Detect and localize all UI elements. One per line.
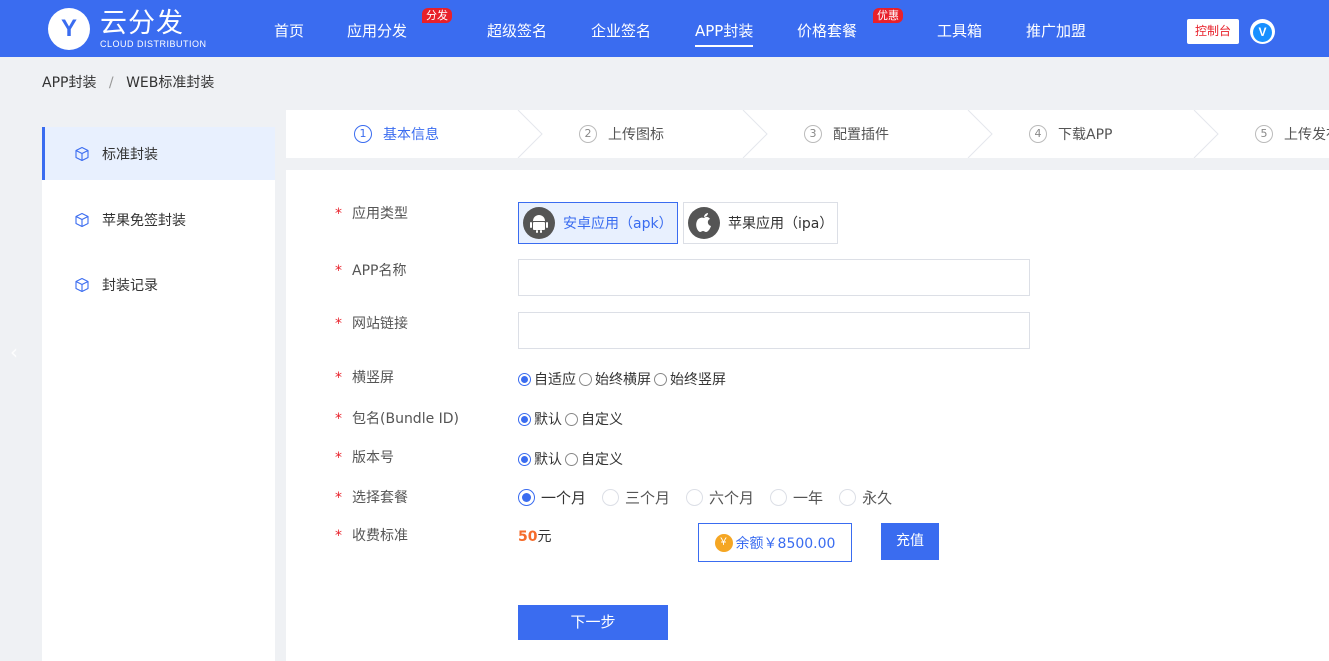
plan-three-months-radio[interactable]: 三个月: [602, 487, 670, 508]
cube-icon: [75, 212, 89, 227]
sidebar-item-apple-nosign[interactable]: 苹果免签封装: [42, 193, 275, 246]
step-number: 2: [579, 125, 597, 143]
nav-home[interactable]: 首页: [274, 0, 304, 57]
step-chevron-icon: [967, 110, 993, 158]
sidebar-item-label: 标准封装: [102, 146, 158, 163]
version-default-radio[interactable]: 默认: [518, 449, 562, 469]
app-name-input[interactable]: [518, 259, 1030, 296]
sidebar-item-standard-packaging[interactable]: 标准封装: [42, 127, 275, 180]
logo-icon: Y: [48, 8, 90, 50]
step-publish[interactable]: 5 上传发布: [1255, 110, 1329, 158]
step-chevron-icon: [742, 110, 768, 158]
version-radio-group: 默认 自定义: [518, 449, 623, 469]
avatar-letter: V: [1253, 23, 1272, 42]
balance-value: ￥8500.00: [763, 535, 836, 552]
breadcrumb: APP封装 / WEB标准封装: [42, 72, 214, 92]
step-number: 1: [354, 125, 372, 143]
brand-name: 云分发: [100, 7, 184, 39]
bundle-id-default-radio[interactable]: 默认: [518, 409, 562, 429]
orientation-radio-group: 自适应 始终横屏 始终竖屏: [518, 369, 726, 389]
balance-label: 余额: [735, 535, 764, 552]
sidebar: 标准封装 苹果免签封装 封装记录: [42, 127, 275, 661]
site-url-label: * 网站链接: [335, 316, 408, 332]
android-icon: [523, 207, 555, 239]
nav-enterprise-signature[interactable]: 企业签名: [591, 0, 651, 57]
plan-radio-group: 一个月 三个月 六个月 一年 永久: [518, 487, 892, 508]
nav-badge-distribution: 分发: [422, 8, 452, 23]
nav-pricing[interactable]: 价格套餐: [797, 0, 857, 57]
nav-label: 应用分发: [347, 22, 408, 40]
plan-one-year-radio[interactable]: 一年: [770, 487, 823, 508]
step-config-plugins[interactable]: 3 配置插件: [804, 110, 889, 158]
app-type-label: * 应用类型: [335, 206, 408, 222]
next-step-button[interactable]: 下一步: [518, 605, 668, 640]
breadcrumb-separator: /: [108, 75, 114, 91]
plan-six-months-radio[interactable]: 六个月: [686, 487, 754, 508]
orientation-adaptive-radio[interactable]: 自适应: [518, 369, 576, 389]
balance-display: ￥ 余额 ￥8500.00: [698, 523, 852, 562]
nav-toolbox[interactable]: 工具箱: [937, 0, 982, 57]
step-download-app[interactable]: 4 下载APP: [1029, 110, 1112, 158]
step-label: 配置插件: [833, 127, 889, 143]
sidebar-item-label: 封装记录: [102, 277, 158, 294]
avatar[interactable]: V: [1250, 19, 1275, 44]
chevron-left-icon[interactable]: ‹: [10, 340, 18, 364]
sidebar-item-label: 苹果免签封装: [102, 212, 186, 229]
orientation-landscape-radio[interactable]: 始终横屏: [579, 369, 651, 389]
bundle-id-custom-radio[interactable]: 自定义: [565, 409, 623, 429]
breadcrumb-current: WEB标准封装: [126, 75, 215, 91]
nav-super-signature[interactable]: 超级签名: [487, 0, 547, 57]
nav-promotion[interactable]: 推广加盟: [1026, 0, 1086, 57]
fee-amount: 50元: [518, 529, 552, 545]
app-name-label: * APP名称: [335, 263, 407, 279]
recharge-button[interactable]: 充值: [881, 523, 939, 560]
step-number: 5: [1255, 125, 1273, 143]
ios-app-option[interactable]: 苹果应用（ipa）: [683, 202, 838, 244]
version-label: * 版本号: [335, 450, 394, 466]
brand-subtitle: CLOUD DISTRIBUTION: [100, 38, 207, 49]
nav-app-distribution[interactable]: 应用分发: [347, 0, 407, 57]
console-button[interactable]: 控制台: [1187, 19, 1239, 44]
option-label: 安卓应用（apk）: [563, 216, 673, 232]
nav-app-packaging[interactable]: APP封装: [695, 0, 754, 57]
step-label: 基本信息: [383, 127, 439, 143]
orientation-label: * 横竖屏: [335, 370, 394, 386]
cube-icon: [75, 146, 89, 161]
option-label: 苹果应用（ipa）: [728, 216, 834, 232]
orientation-portrait-radio[interactable]: 始终竖屏: [654, 369, 726, 389]
version-custom-radio[interactable]: 自定义: [565, 449, 623, 469]
step-basic-info[interactable]: 1 基本信息: [354, 110, 439, 158]
site-url-input[interactable]: [518, 312, 1030, 349]
bundle-id-label: * 包名(Bundle ID): [335, 411, 460, 427]
nav-badge-pricing: 优惠: [873, 8, 903, 23]
plan-one-month-radio[interactable]: 一个月: [518, 487, 586, 508]
step-chevron-icon: [1193, 110, 1219, 158]
step-upload-icon[interactable]: 2 上传图标: [579, 110, 664, 158]
step-indicator: 1 基本信息 2 上传图标 3 配置插件 4 下载APP 5 上传发布: [286, 110, 1329, 158]
step-label: 下载APP: [1058, 127, 1113, 143]
android-app-option[interactable]: 安卓应用（apk）: [518, 202, 678, 244]
logo[interactable]: Y 云分发 CLOUD DISTRIBUTION: [48, 7, 207, 51]
cube-icon: [75, 277, 89, 292]
plan-forever-radio[interactable]: 永久: [839, 487, 892, 508]
step-label: 上传图标: [608, 127, 664, 143]
step-label: 上传发布: [1284, 127, 1329, 143]
apple-icon: [688, 207, 720, 239]
fee-label: * 收费标准: [335, 528, 408, 544]
breadcrumb-root[interactable]: APP封装: [42, 75, 96, 91]
step-number: 4: [1029, 125, 1047, 143]
bundle-id-radio-group: 默认 自定义: [518, 409, 623, 429]
sidebar-item-records[interactable]: 封装记录: [42, 258, 275, 311]
step-number: 3: [804, 125, 822, 143]
money-bag-icon: ￥: [714, 533, 733, 552]
plan-label: * 选择套餐: [335, 490, 408, 506]
top-navbar: Y 云分发 CLOUD DISTRIBUTION 首页 应用分发 分发 超级签名…: [0, 0, 1329, 57]
step-chevron-icon: [517, 110, 543, 158]
form-panel: * 应用类型 安卓应用（apk） 苹果应用（ipa） * APP名称 * 网站链接 *…: [286, 170, 1329, 661]
